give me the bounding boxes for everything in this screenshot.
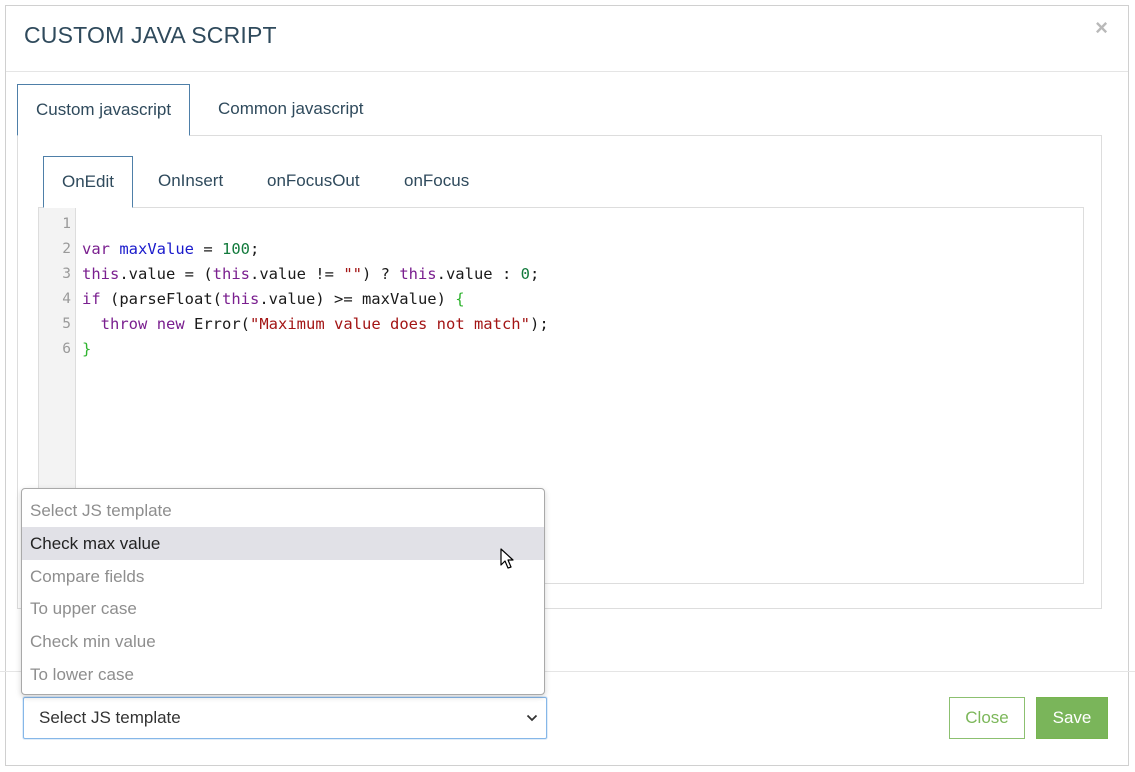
line-number: 1 xyxy=(62,216,71,232)
dropdown-option[interactable]: Check max value xyxy=(22,527,544,560)
mouse-pointer-icon xyxy=(500,548,514,569)
line-number: 6 xyxy=(62,341,71,357)
dropdown-option[interactable]: To lower case xyxy=(22,658,544,691)
modal-header: CUSTOM JAVA SCRIPT × xyxy=(6,6,1128,72)
code-line[interactable]: if (parseFloat(this.value) >= maxValue) … xyxy=(82,290,465,308)
code-line[interactable]: var maxValue = 100; xyxy=(82,240,259,258)
dropdown-option[interactable]: Check min value xyxy=(22,625,544,658)
close-button[interactable]: Close xyxy=(949,697,1025,739)
outer-tab-bar: Custom javascript Common javascript xyxy=(17,84,1102,136)
line-number: 4 xyxy=(62,291,71,307)
tab-onedit[interactable]: OnEdit xyxy=(43,156,133,208)
modal-title: CUSTOM JAVA SCRIPT xyxy=(24,22,277,48)
tab-common-javascript[interactable]: Common javascript xyxy=(200,84,382,136)
js-template-select[interactable]: Select JS template xyxy=(23,697,547,739)
tab-onfocusout[interactable]: onFocusOut xyxy=(249,156,378,208)
tab-onfocus[interactable]: onFocus xyxy=(386,156,487,208)
line-number: 3 xyxy=(62,266,71,282)
close-icon[interactable]: × xyxy=(1095,17,1108,39)
dropdown-option[interactable]: Select JS template xyxy=(22,494,544,527)
code-line[interactable]: this.value = (this.value != "") ? this.v… xyxy=(82,265,539,283)
line-number: 5 xyxy=(62,316,71,332)
tab-oninsert[interactable]: OnInsert xyxy=(140,156,241,208)
dropdown-option[interactable]: Compare fields xyxy=(22,560,544,593)
line-number: 2 xyxy=(62,241,71,257)
template-dropdown-list: Select JS template Check max value Compa… xyxy=(21,488,545,695)
tab-custom-javascript[interactable]: Custom javascript xyxy=(17,84,191,136)
select-value: Select JS template xyxy=(39,708,181,727)
code-line[interactable]: } xyxy=(82,340,91,358)
code-line[interactable]: throw new Error("Maximum value does not … xyxy=(82,315,549,333)
chevron-down-icon xyxy=(526,714,538,722)
dropdown-option[interactable]: To upper case xyxy=(22,592,544,625)
save-button[interactable]: Save xyxy=(1036,697,1108,739)
